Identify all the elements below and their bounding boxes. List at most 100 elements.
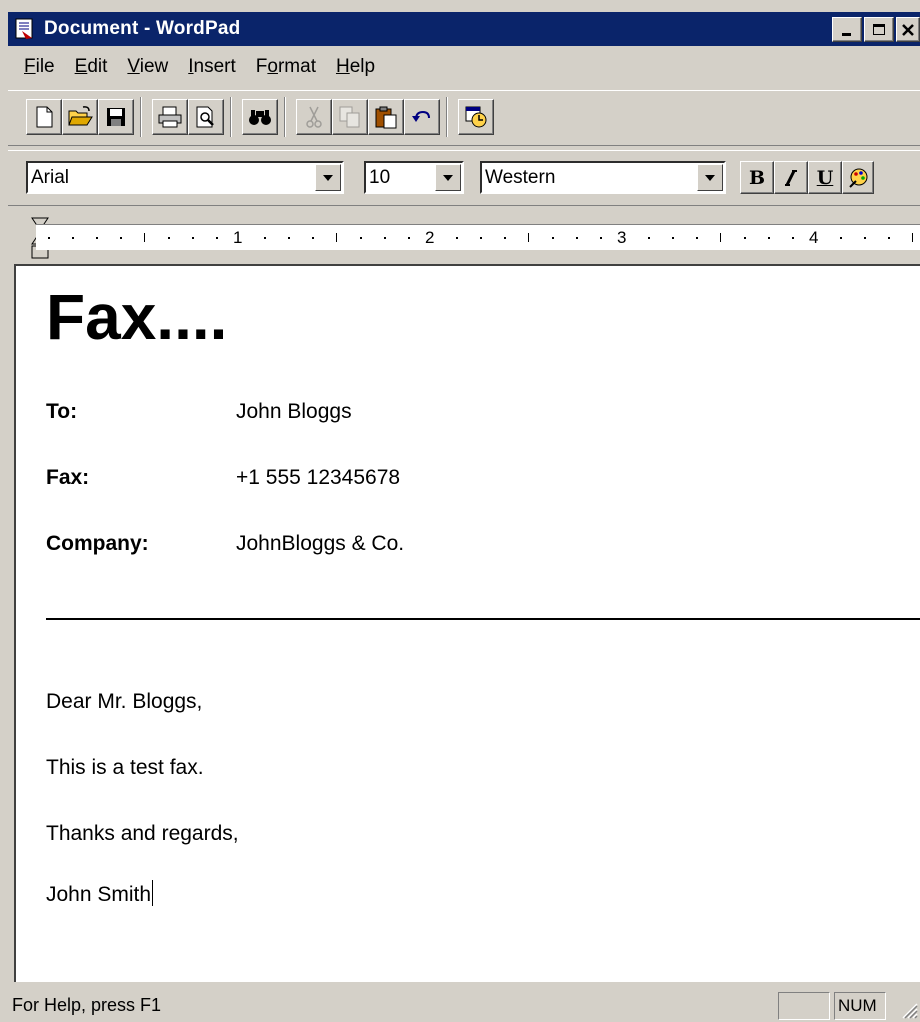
chevron-down-icon [443,174,453,181]
color-palette-icon [849,168,868,188]
ruler-mark [600,237,602,239]
copy-icon [339,106,360,128]
ruler-mark [528,233,529,242]
new-icon [36,106,53,128]
ruler-mark [648,237,650,239]
print-icon [158,106,182,128]
open-icon [68,106,93,126]
menu-insert[interactable]: Insert [178,56,246,78]
underline-button[interactable]: U [808,161,842,194]
ruler-mark [144,233,145,242]
date-time-button[interactable] [458,99,494,135]
close-icon [902,23,914,36]
title-bar[interactable]: Document - WordPad [8,12,920,46]
standard-toolbar [8,90,920,146]
menu-help[interactable]: Help [326,56,385,78]
ruler[interactable]: 1 2 3 4 [8,212,920,262]
print-preview-icon [196,106,214,128]
ruler-mark [96,237,98,239]
find-button[interactable] [242,99,278,135]
menu-view[interactable]: View [117,56,178,78]
paste-icon [375,106,397,129]
italic-icon [785,169,797,186]
ruler-mark [744,237,746,239]
undo-button[interactable] [404,99,440,135]
cut-button[interactable] [296,99,332,135]
script-combo[interactable]: Western [480,161,726,194]
ruler-mark [552,237,554,239]
maximize-button[interactable] [864,17,894,42]
wordpad-app-icon[interactable] [14,18,36,40]
document-editor[interactable]: Fax.... To: John Bloggs Fax: +1 555 1234… [14,264,920,982]
field-label: To: [46,400,78,423]
ruler-mark [384,237,386,239]
ruler-mark [768,237,770,239]
font-name-combo[interactable]: Arial [26,161,344,194]
date-time-icon [465,106,487,128]
ruler-mark [168,237,170,239]
minimize-icon [842,32,851,36]
copy-button[interactable] [332,99,368,135]
italic-button[interactable] [774,161,808,194]
text-caret [152,880,154,906]
paste-button[interactable] [368,99,404,135]
paragraph: This is a test fax. [46,756,204,779]
font-size-combo[interactable]: 10 [364,161,464,194]
menu-edit[interactable]: Edit [65,56,118,78]
save-button[interactable] [98,99,134,135]
window-title: Document - WordPad [44,18,241,39]
ruler-mark [840,237,842,239]
document-heading: Fax.... [46,281,228,353]
resize-grip-icon[interactable] [896,996,918,1020]
undo-icon [412,110,430,122]
paragraph: Thanks and regards, [46,822,239,845]
format-toolbar: Arial 10 Western B U [8,150,920,206]
close-button[interactable] [896,17,920,42]
ruler-label: 1 [233,228,243,247]
field-value: +1 555 12345678 [236,466,401,489]
print-preview-button[interactable] [188,99,224,135]
ruler-mark [264,237,266,239]
menu-format[interactable]: Format [246,56,326,78]
open-button[interactable] [62,99,98,135]
ruler-mark [576,237,578,239]
field-value: JohnBloggs & Co. [236,532,405,555]
ruler-mark [888,237,890,239]
menu-bar: File Edit View Insert Format Help [8,48,920,86]
size-dropdown-button[interactable] [435,164,461,191]
chevron-down-icon [323,174,333,181]
ruler-mark [456,237,458,239]
status-num-indicator: NUM [834,992,886,1020]
menu-file[interactable]: File [14,56,65,78]
font-name-value: Arial [31,166,70,188]
color-button[interactable] [842,161,874,194]
ruler-mark [696,237,698,239]
find-icon [249,110,271,125]
bold-button[interactable]: B [740,161,774,194]
field-label: Fax: [46,466,90,489]
ruler-mark [312,237,314,239]
ruler-mark [864,237,866,239]
font-dropdown-button[interactable] [315,164,341,191]
script-dropdown-button[interactable] [697,164,723,191]
ruler-mark [48,237,50,239]
print-button[interactable] [152,99,188,135]
save-icon [107,108,125,126]
ruler-mark [192,237,194,239]
minimize-button[interactable] [832,17,862,42]
cut-icon [306,106,322,128]
paragraph-last: John Smith [46,880,154,907]
ruler-strip[interactable]: 1 2 3 4 [36,224,920,250]
ruler-label: 4 [809,228,819,247]
status-pane-empty [778,992,830,1020]
chevron-down-icon [705,174,715,181]
font-size-value: 10 [369,166,391,188]
ruler-mark [216,237,218,239]
new-button[interactable] [26,99,62,135]
field-value: John Bloggs [236,400,352,423]
status-bar: For Help, press F1 NUM [8,988,920,1022]
ruler-mark [120,237,122,239]
script-value: Western [485,166,556,188]
status-help-text: For Help, press F1 [12,994,162,1015]
ruler-mark [720,233,721,242]
